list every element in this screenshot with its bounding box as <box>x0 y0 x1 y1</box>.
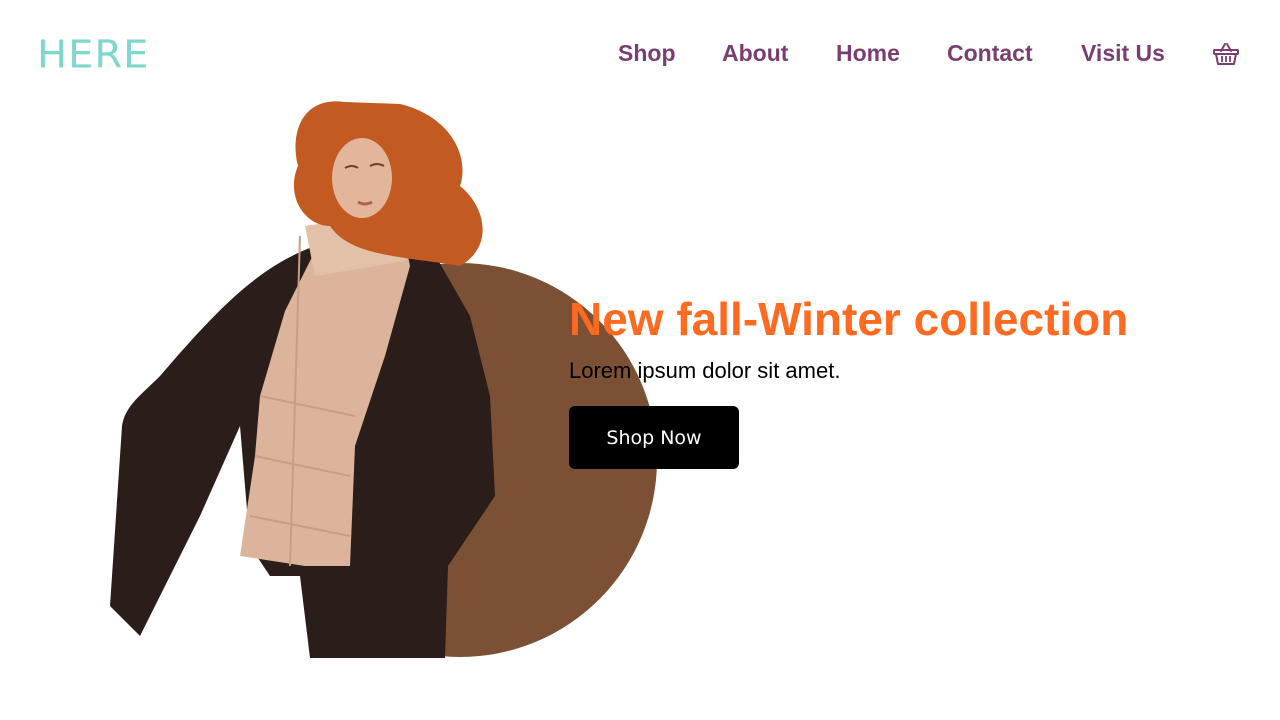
hero-subtitle: Lorem ipsum dolor sit amet. <box>569 358 841 383</box>
shop-now-button[interactable]: Shop Now <box>569 406 739 469</box>
hero-headline: New fall-Winter collection <box>569 293 1129 345</box>
nav-link-about[interactable]: About <box>722 38 788 68</box>
nav-link-shop[interactable]: Shop <box>618 38 676 68</box>
nav-link-home[interactable]: Home <box>836 38 900 68</box>
nav-link-contact[interactable]: Contact <box>947 38 1033 68</box>
model-photo <box>100 96 500 658</box>
nav-link-visit-us[interactable]: Visit Us <box>1081 38 1165 68</box>
basket-icon[interactable] <box>1212 40 1240 68</box>
brand-logo[interactable]: HERE <box>37 33 149 77</box>
